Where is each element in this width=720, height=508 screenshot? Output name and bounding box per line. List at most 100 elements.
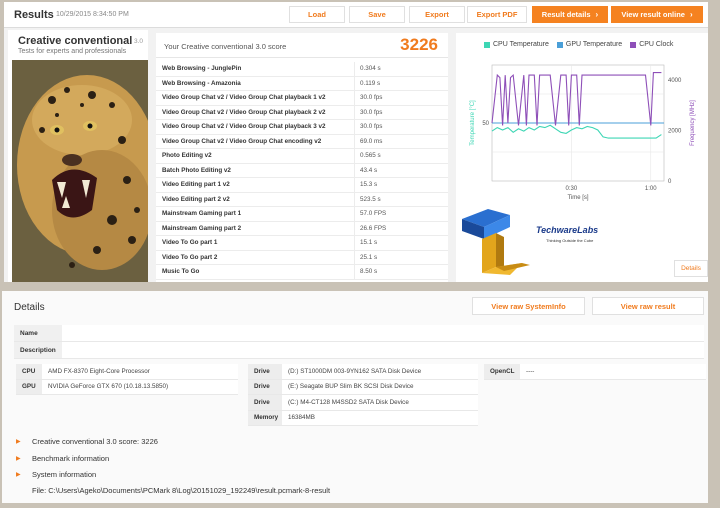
table-row: Video Editing part 2 v2 523.5 s — [156, 192, 448, 207]
memory-label: Memory — [248, 410, 282, 425]
y-left-tick-label: 50 — [482, 121, 489, 127]
score-rows: Web Browsing - JunglePin 0.304 s Web Brows… — [156, 62, 448, 280]
legend-swatch — [484, 41, 490, 48]
subtest-name: Video To Go part 1 — [162, 239, 218, 247]
drive-row: Drive (D:) ST1000DM 003-9YN162 SATA Disk… — [248, 364, 478, 380]
score-table: Your Creative conventional 3.0 score 322… — [156, 33, 448, 282]
memory-row: Memory 16384MB — [248, 410, 478, 426]
drive-value: (E:) Seagate BUP Slim BK SCSI Disk Devic… — [282, 379, 478, 394]
cpu-value: AMD FX-8370 Eight-Core Processor — [42, 364, 238, 379]
subtest-value: 30.0 fps — [354, 105, 448, 119]
chart-details-button[interactable]: Details — [674, 260, 708, 277]
details-panel: Details View raw SystemInfo View raw res… — [2, 291, 708, 503]
storage-info: Drive (D:) ST1000DM 003-9YN162 SATA Disk… — [248, 364, 478, 426]
subtest-name: Video Group Chat v2 / Video Group Chat p… — [162, 108, 326, 116]
subtest-value: 8.50 s — [354, 265, 448, 279]
y-left-axis-label: Temperature [°C] — [470, 100, 476, 146]
score-label: Your Creative conventional 3.0 score — [164, 42, 287, 51]
name-description-block: Name Description — [14, 325, 704, 359]
subtest-name: Photo Editing v2 — [162, 152, 212, 160]
subtest-value: 0.565 s — [354, 149, 448, 163]
view-raw-result-button[interactable]: View raw result — [592, 297, 704, 315]
processor-info: CPU AMD FX-8370 Eight-Core Processor GPU… — [16, 364, 238, 395]
subtest-name: Music To Go — [162, 268, 200, 276]
table-row: Video Group Chat v2 / Video Group Chat p… — [156, 105, 448, 120]
details-title: Details — [14, 302, 45, 313]
name-row: Name — [14, 325, 704, 342]
table-row: Music To Go 8.50 s — [156, 265, 448, 280]
subtest-value: 15.3 s — [354, 178, 448, 192]
chevron-right-icon: › — [689, 10, 693, 19]
legend-label: CPU Clock — [639, 41, 674, 48]
result-details-button[interactable]: Result details › — [532, 6, 608, 23]
subtest-name: Video Group Chat v2 / Video Group Chat p… — [162, 123, 326, 131]
view-online-label: View result online — [621, 10, 685, 19]
y-right-tick-label: 4000 — [668, 78, 682, 84]
load-button[interactable]: Load — [289, 6, 345, 23]
expand-benchmark-information[interactable]: ▶ Benchmark information — [16, 454, 109, 463]
test-version: 3.0 — [134, 38, 144, 45]
expand-score[interactable]: ▶ Creative conventional 3.0 score: 3226 — [16, 437, 158, 446]
subtest-value: 0.304 s — [354, 62, 448, 76]
export-button[interactable]: Export — [409, 6, 465, 23]
description-label: Description — [14, 342, 62, 358]
expand-system-information[interactable]: ▶ System information — [16, 470, 96, 479]
legend-item-gpu-temperature: GPU Temperature — [556, 41, 623, 48]
table-row: Video Group Chat v2 / Video Group Chat p… — [156, 91, 448, 106]
drive-value: (C:) M4-CT128 M4SSD2 SATA Disk Device — [282, 395, 478, 410]
save-button[interactable]: Save — [349, 6, 405, 23]
results-header: Results 10/29/2015 8:34:50 PM Load Save … — [4, 2, 708, 28]
cpu-label: CPU — [16, 364, 42, 379]
expand-system-label: System information — [32, 470, 97, 479]
export-pdf-button[interactable]: Export PDF — [467, 6, 527, 23]
subtest-value: 57.0 FPS — [354, 207, 448, 221]
subtest-name: Video To Go part 2 — [162, 253, 218, 261]
techwarelabs-logo: TechwareLabs Thinking Outside the Cube — [460, 205, 640, 279]
score-value: 3226 — [400, 35, 438, 54]
logo-tagline: Thinking Outside the Cube — [546, 238, 594, 243]
subtest-name: Video Group Chat v2 / Video Group Chat p… — [162, 94, 326, 102]
subtest-name: Web Browsing - JunglePin — [162, 65, 242, 73]
test-name: Creative conventional — [18, 35, 133, 47]
drive-row: Drive (C:) M4-CT128 M4SSD2 SATA Disk Dev… — [248, 395, 478, 411]
view-raw-systeminfo-button[interactable]: View raw SystemInfo — [472, 297, 585, 315]
subtest-value: 43.4 s — [354, 163, 448, 177]
subtest-name: Batch Photo Editing v2 — [162, 166, 231, 174]
table-row: Mainstream Gaming part 2 26.6 FPS — [156, 221, 448, 236]
chart-panel: CPU Temperature GPU Temperature CPU Cloc… — [456, 33, 708, 282]
subtest-value: 30.0 fps — [354, 91, 448, 105]
opencl-value: ---- — [520, 364, 706, 379]
table-row: Video To Go part 2 25.1 s — [156, 250, 448, 265]
x-axis-label: Time [s] — [567, 195, 588, 201]
subtest-name: Web Browsing - Amazonia — [162, 79, 241, 87]
subtest-name: Video Editing part 1 v2 — [162, 181, 230, 189]
y-right-tick-label: 0 — [668, 179, 672, 185]
legend-swatch — [630, 41, 637, 48]
chart-legend: CPU Temperature GPU Temperature CPU Cloc… — [484, 41, 673, 48]
results-panel: Results 10/29/2015 8:34:50 PM Load Save … — [4, 2, 708, 282]
gpu-value: NVIDIA GeForce GTX 670 (10.18.13.5850) — [42, 379, 238, 394]
drive-label: Drive — [248, 379, 282, 394]
drive-label: Drive — [248, 364, 282, 379]
subtest-name: Video Group Chat v2 / Video Group Chat e… — [162, 137, 322, 145]
subtest-value: 26.6 FPS — [354, 221, 448, 235]
subtest-value: 25.1 s — [354, 250, 448, 264]
legend-item-cpu-temperature: CPU Temperature — [484, 41, 549, 48]
results-date: 10/29/2015 8:34:50 PM — [56, 11, 129, 18]
subtest-value: 69.0 ms — [354, 134, 448, 148]
triangle-right-icon: ▶ — [16, 439, 21, 445]
subtest-value: 523.5 s — [354, 192, 448, 206]
table-row: Web Browsing - JunglePin 0.304 s — [156, 62, 448, 77]
monitoring-chart: 0:30 1:00 50 4000 2000 0 Time [s] Temperature [… — [470, 64, 696, 201]
y-right-tick-label: 2000 — [668, 129, 682, 135]
x-tick-label: 1:00 — [645, 186, 657, 192]
test-card: Creative conventional 3.0 Tests for expe… — [8, 30, 148, 282]
test-subtitle: Tests for experts and professionals — [18, 48, 127, 55]
legend-label: GPU Temperature — [565, 41, 623, 48]
view-online-button[interactable]: View result online › — [611, 6, 703, 23]
subtest-value: 0.119 s — [354, 76, 448, 90]
table-row: Video Editing part 1 v2 15.3 s — [156, 178, 448, 193]
expand-benchmark-label: Benchmark information — [32, 454, 110, 463]
subtest-name: Mainstream Gaming part 1 — [162, 210, 242, 218]
logo-brand: TechwareLabs — [536, 225, 599, 235]
